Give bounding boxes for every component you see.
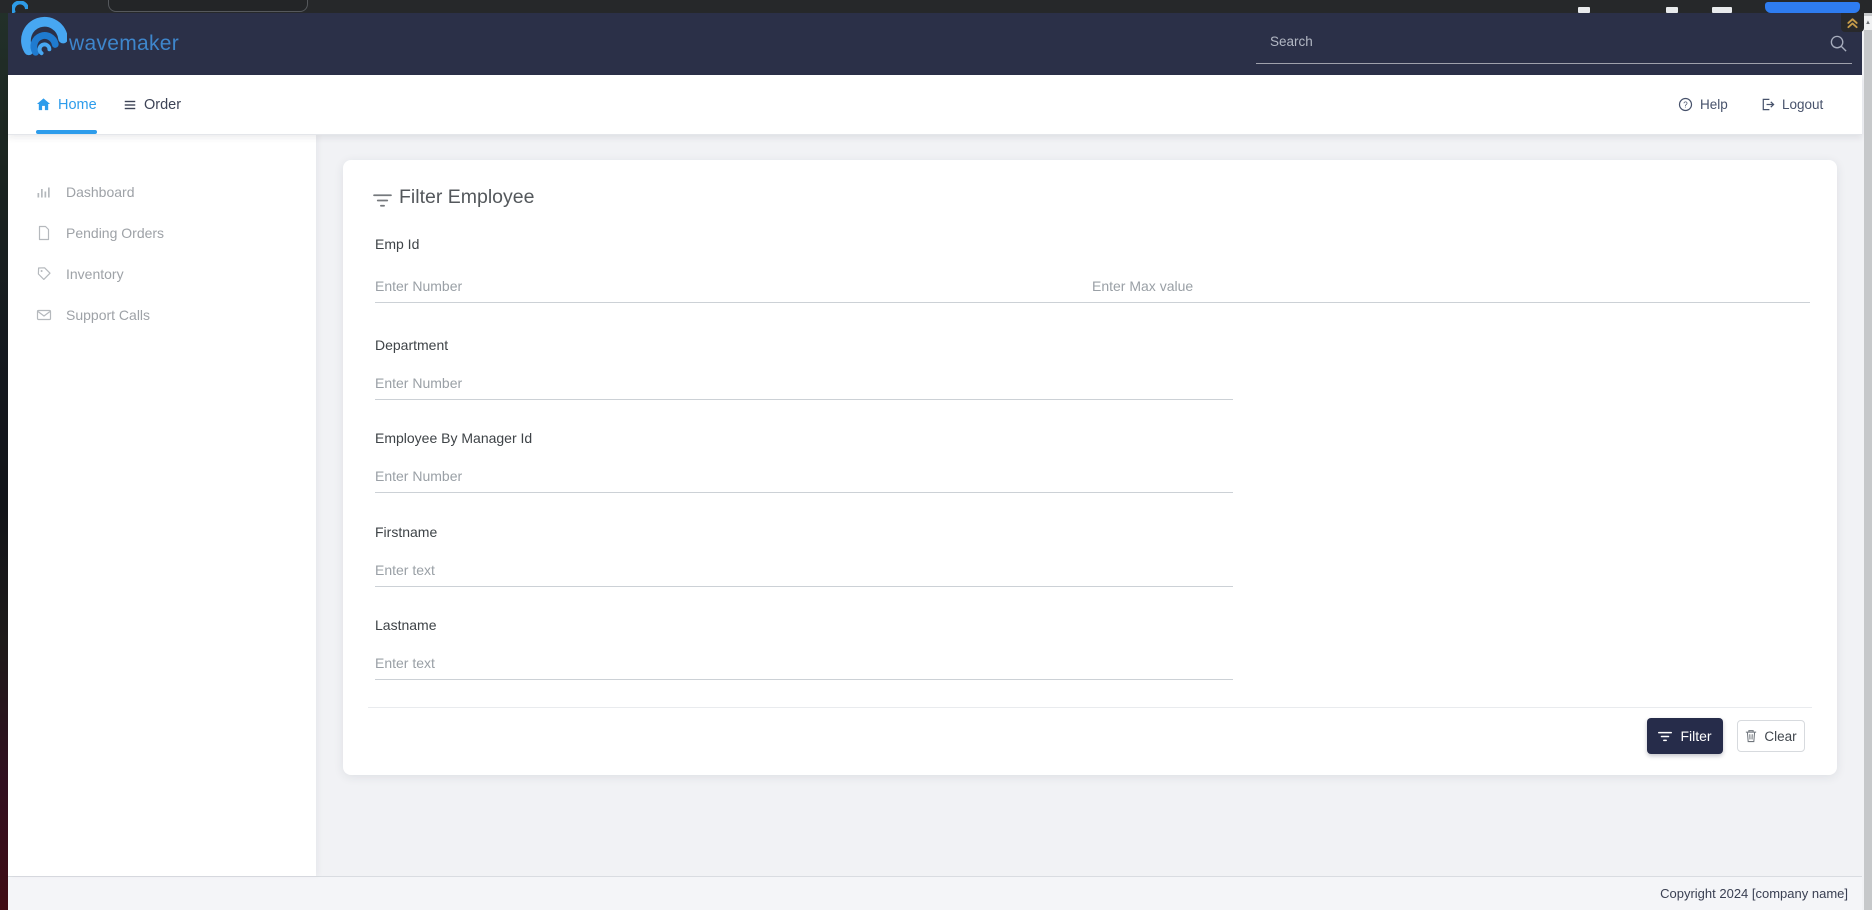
main-navbar: Home Order ? Help Logout	[8, 75, 1862, 135]
sidebar-item-label: Pending Orders	[66, 225, 164, 241]
app-header: wavemaker	[8, 13, 1862, 75]
tag-icon	[36, 266, 52, 282]
scrollbar-up-arrow[interactable]: ▲	[1864, 16, 1872, 30]
brand: wavemaker	[20, 16, 179, 63]
collapse-preview-toolbar-button[interactable]	[1841, 13, 1864, 32]
wavemaker-logo-icon	[20, 16, 67, 63]
filter-button-label: Filter	[1680, 728, 1711, 744]
firstname-input[interactable]	[375, 554, 1233, 587]
filter-icon	[373, 193, 392, 213]
logout-icon	[1760, 97, 1775, 112]
nav-tab-order[interactable]: Order	[123, 75, 181, 134]
lastname-input[interactable]	[375, 647, 1233, 680]
nav-help[interactable]: ? Help	[1678, 75, 1728, 134]
envelope-icon	[36, 307, 52, 323]
clear-button[interactable]: Clear	[1737, 720, 1805, 752]
sidebar-item-inventory[interactable]: Inventory	[8, 253, 316, 294]
field-label-firstname: Firstname	[375, 524, 437, 540]
content-area: Filter Employee Emp Id Department Employ…	[316, 134, 1864, 876]
studio-toolbar-icon[interactable]	[1712, 7, 1732, 13]
search-box[interactable]	[1256, 29, 1852, 64]
trash-icon	[1745, 729, 1757, 743]
studio-url-input[interactable]	[108, 0, 308, 12]
bar-chart-icon	[36, 184, 52, 200]
department-input[interactable]	[375, 367, 1233, 400]
studio-primary-button[interactable]	[1765, 2, 1860, 13]
sidebar-item-label: Dashboard	[66, 184, 135, 200]
svg-text:?: ?	[1683, 100, 1688, 109]
panel-title: Filter Employee	[399, 186, 534, 209]
emp-id-max-input[interactable]	[1092, 270, 1810, 303]
clear-button-label: Clear	[1764, 729, 1796, 744]
brand-name: wavemaker	[67, 32, 179, 63]
filter-button[interactable]: Filter	[1647, 718, 1723, 754]
desktop-background-strip	[0, 13, 8, 910]
field-label-emp-id: Emp Id	[375, 236, 419, 252]
field-label-department: Department	[375, 337, 448, 353]
sidebar: Dashboard Pending Orders Inventory Suppo…	[8, 134, 316, 876]
nav-logout-label: Logout	[1782, 97, 1823, 112]
sidebar-item-label: Support Calls	[66, 307, 150, 323]
nav-tab-home[interactable]: Home	[36, 75, 97, 134]
filter-icon	[1658, 731, 1672, 742]
double-chevron-up-icon	[1846, 16, 1859, 29]
field-label-manager-id: Employee By Manager Id	[375, 430, 532, 446]
sidebar-item-label: Inventory	[66, 266, 124, 282]
page-footer: Copyright 2024 [company name]	[8, 876, 1862, 910]
studio-toolbar-icon[interactable]	[1666, 7, 1678, 13]
field-label-lastname: Lastname	[375, 617, 436, 633]
nav-logout[interactable]: Logout	[1760, 75, 1823, 134]
copyright-text: Copyright 2024 [company name]	[1660, 886, 1848, 901]
browser-scrollbar[interactable]: ▲	[1864, 13, 1872, 910]
list-icon	[123, 98, 137, 112]
document-icon	[36, 225, 52, 241]
studio-logo-icon	[12, 1, 28, 13]
manager-id-input[interactable]	[375, 460, 1233, 493]
nav-home-label: Home	[58, 97, 97, 113]
search-icon[interactable]	[1829, 34, 1848, 58]
help-icon: ?	[1678, 97, 1693, 112]
nav-order-label: Order	[144, 97, 181, 113]
card-footer-divider	[368, 707, 1812, 708]
sidebar-item-support-calls[interactable]: Support Calls	[8, 294, 316, 335]
home-icon	[36, 97, 51, 112]
filter-employee-card: Filter Employee Emp Id Department Employ…	[343, 160, 1837, 775]
studio-toolbar-icon[interactable]	[1578, 7, 1590, 13]
sidebar-item-pending-orders[interactable]: Pending Orders	[8, 212, 316, 253]
search-input[interactable]	[1268, 33, 1812, 50]
emp-id-min-input[interactable]	[375, 270, 1092, 303]
nav-help-label: Help	[1700, 97, 1728, 112]
sidebar-item-dashboard[interactable]: Dashboard	[8, 171, 316, 212]
app-window: ▲ wavemaker Home Order ?	[0, 0, 1872, 910]
studio-topbar	[0, 0, 1872, 13]
